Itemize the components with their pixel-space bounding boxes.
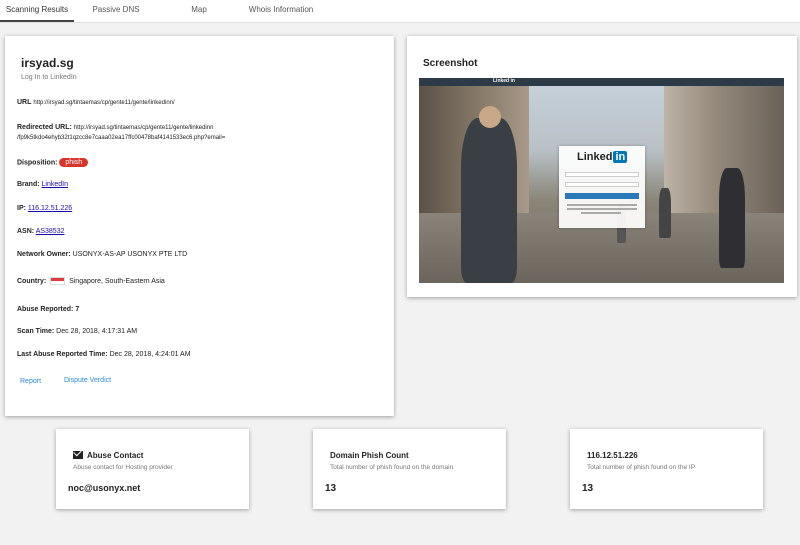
scan-time-row: Scan Time: Dec 28, 2018, 4:17:31 AM xyxy=(17,328,137,335)
ip-link[interactable]: 116.12.51.226 xyxy=(28,205,72,212)
results-tab-bar: Scanning Results Passive DNS Map Whois I… xyxy=(0,0,800,23)
linkedin-header-bar: Linked in xyxy=(419,78,784,86)
asn-row: ASN: AS38532 xyxy=(17,228,65,235)
tab-whois-information[interactable]: Whois Information xyxy=(244,0,318,22)
url-label: URL xyxy=(17,99,32,106)
abuse-contact-email: noc@usonyx.net xyxy=(68,483,141,493)
brand-link[interactable]: LinkedIn xyxy=(42,181,68,188)
last-abuse-row: Last Abuse Reported Time: Dec 28, 2018, … xyxy=(17,351,191,358)
page-title-text: Log In to LinkedIn xyxy=(21,74,77,81)
disposition-label: Disposition: xyxy=(17,159,58,167)
ip-label: IP: xyxy=(17,205,26,212)
domain-title: irsyad.sg xyxy=(21,56,74,70)
ip-phish-count-card: 116.12.51.226 Total number of phish foun… xyxy=(570,429,763,509)
linkedin-login-button xyxy=(565,193,639,199)
report-button[interactable]: Report xyxy=(20,378,41,385)
country-label: Country: xyxy=(17,277,47,285)
phish-badge: phish xyxy=(59,158,89,167)
last-abuse-value: Dec 28, 2018, 4:24:01 AM xyxy=(109,351,191,358)
brand-label: Brand: xyxy=(17,181,40,188)
linkedin-fine-print xyxy=(581,212,621,214)
abuse-contact-title: Abuse Contact xyxy=(87,451,144,460)
dispute-verdict-button[interactable]: Dispute Verdict xyxy=(64,377,111,384)
linkedin-login-dialog: Linked in xyxy=(559,146,645,228)
singapore-flag-icon xyxy=(50,277,66,285)
country-row: Country: Singapore, South-Eastern Asia xyxy=(17,277,165,285)
abuse-reported-label: Abuse Reported: xyxy=(17,306,74,313)
brand-row: Brand: LinkedIn xyxy=(17,181,68,188)
scan-details-card: irsyad.sg Log In to LinkedIn URL http://… xyxy=(5,36,394,416)
network-owner-label: Network Owner: xyxy=(17,251,71,258)
asn-link[interactable]: AS38532 xyxy=(36,228,65,235)
scan-time-value: Dec 28, 2018, 4:17:31 AM xyxy=(56,328,138,335)
tab-scanning-results[interactable]: Scanning Results xyxy=(0,0,74,22)
url-value: http://irsyad.sg/tintaemas/cp/gente11/ge… xyxy=(33,100,175,106)
redirected-url-continued: /fp9k5tkdo4ehyb32t1qzcc8e7caaa02ea17ffc0… xyxy=(17,135,226,141)
domain-phish-count-subtitle: Total number of phish found on the domai… xyxy=(330,464,454,471)
abuse-contact-card: Abuse Contact Abuse contact for Hosting … xyxy=(56,429,249,509)
ip-row: IP: 116.12.51.226 xyxy=(17,205,72,212)
mail-icon xyxy=(73,451,83,459)
redirected-url-row: Redirected URL: http://irsyad.sg/tintaem… xyxy=(17,124,213,131)
network-owner-row: Network Owner: USONYX-AS-AP USONYX PTE L… xyxy=(17,251,187,258)
tab-passive-dns[interactable]: Passive DNS xyxy=(80,0,152,22)
ip-phish-count-title: 116.12.51.226 xyxy=(587,451,638,460)
linkedin-fine-print xyxy=(567,204,637,206)
tab-map[interactable]: Map xyxy=(180,0,218,22)
url-row: URL http://irsyad.sg/tintaemas/cp/gente1… xyxy=(17,99,175,106)
abuse-reported-value: 7 xyxy=(75,306,80,313)
screenshot-image: Linked in Linked in xyxy=(419,78,784,283)
linkedin-fine-print xyxy=(567,208,637,210)
abuse-contact-subtitle: Abuse contact for Hosting provider xyxy=(73,464,173,471)
redirected-url-label: Redirected URL: xyxy=(17,124,72,131)
ip-phish-count-value: 13 xyxy=(582,483,594,494)
linkedin-logo-text: Linked xyxy=(577,151,613,163)
linkedin-email-field xyxy=(565,172,639,177)
ip-phish-count-subtitle: Total number of phish found on the IP xyxy=(587,464,696,471)
domain-phish-count-card: Domain Phish Count Total number of phish… xyxy=(313,429,506,509)
pedestrian-figure xyxy=(719,168,745,268)
screenshot-title: Screenshot xyxy=(423,58,478,69)
disposition-row: Disposition: phish xyxy=(17,158,89,167)
domain-phish-count-value: 13 xyxy=(325,483,337,494)
abuse-reported-row: Abuse Reported: 7 xyxy=(17,306,79,313)
pedestrian-figure xyxy=(659,188,671,238)
pedestrian-figure xyxy=(461,118,517,283)
linkedin-password-field xyxy=(565,182,639,187)
linkedin-logo: Linked in xyxy=(577,151,628,163)
country-value: Singapore, South-Eastern Asia xyxy=(69,277,165,285)
pedestrian-head xyxy=(479,106,501,128)
asn-label: ASN: xyxy=(17,228,35,235)
scan-time-label: Scan Time: xyxy=(17,328,55,335)
last-abuse-label: Last Abuse Reported Time: xyxy=(17,351,108,358)
redirected-url-value: http://irsyad.sg/tintaemas/cp/gente11/ge… xyxy=(73,125,214,131)
screenshot-card: Screenshot Linked in Linked in xyxy=(407,36,797,297)
domain-phish-count-title: Domain Phish Count xyxy=(330,451,409,460)
linkedin-bar-text: Linked in xyxy=(493,78,515,84)
network-owner-value: USONYX-AS-AP USONYX PTE LTD xyxy=(72,251,188,258)
linkedin-logo-badge: in xyxy=(613,151,628,163)
